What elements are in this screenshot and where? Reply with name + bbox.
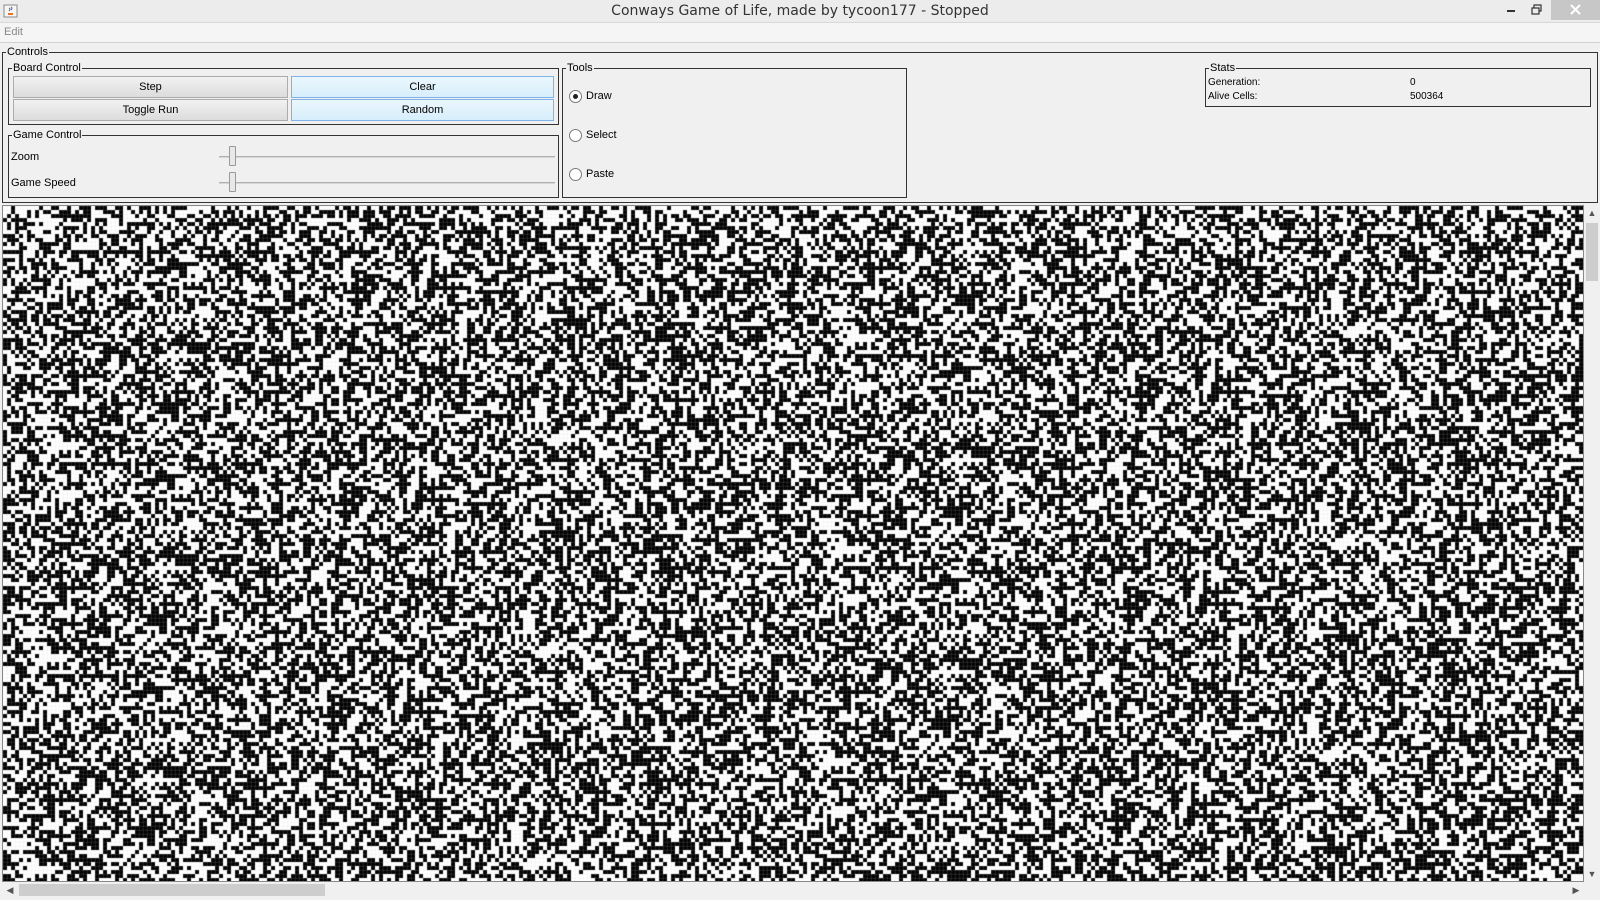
board-control-panel: Board Control Step Clear Toggle Run Rand… — [8, 62, 559, 125]
menu-edit[interactable]: Edit — [4, 26, 23, 38]
draw-radio-label[interactable]: Draw — [586, 90, 612, 102]
alive-cells-label: Alive Cells: — [1208, 91, 1258, 102]
restore-button[interactable] — [1523, 0, 1551, 20]
vertical-scroll-thumb[interactable] — [1586, 223, 1598, 281]
paste-radio-label[interactable]: Paste — [586, 168, 614, 180]
minimize-icon — [1507, 10, 1515, 12]
stats-label: Stats — [1209, 62, 1237, 74]
game-control-panel: Game Control Zoom Game Speed — [8, 129, 559, 198]
board-control-label: Board Control — [12, 62, 82, 74]
game-control-label: Game Control — [12, 129, 83, 141]
menu-bar: Edit — [0, 23, 1600, 43]
restore-icon — [1531, 4, 1542, 15]
zoom-label: Zoom — [11, 151, 40, 163]
controls-label: Controls — [6, 46, 49, 58]
random-button[interactable]: Random — [291, 99, 554, 121]
draw-radio[interactable] — [569, 90, 582, 103]
horizontal-scroll-thumb[interactable] — [19, 884, 325, 896]
generation-label: Generation: — [1208, 77, 1261, 88]
close-icon — [1570, 4, 1581, 15]
stats-panel: Stats Generation: 0 Alive Cells: 500364 — [1205, 62, 1591, 107]
step-button[interactable]: Step — [13, 76, 288, 98]
cell-grid[interactable] — [3, 206, 1583, 881]
minimize-button[interactable] — [1497, 0, 1525, 20]
game-speed-slider-track[interactable] — [219, 182, 555, 184]
generation-value: 0 — [1410, 77, 1416, 88]
title-bar: Conways Game of Life, made by tycoon177 … — [0, 0, 1600, 23]
game-speed-label: Game Speed — [11, 177, 76, 189]
window-title: Conways Game of Life, made by tycoon177 … — [611, 3, 989, 19]
horizontal-scrollbar[interactable]: ◀ ▶ — [2, 882, 1584, 898]
tools-label: Tools — [566, 62, 594, 74]
scrollbar-corner — [1584, 882, 1600, 900]
close-button[interactable] — [1551, 0, 1600, 20]
select-radio[interactable] — [569, 129, 582, 142]
tools-panel: Tools Draw Select Paste — [562, 62, 907, 198]
zoom-slider-thumb[interactable] — [229, 146, 237, 166]
scroll-left-icon[interactable]: ◀ — [2, 882, 18, 898]
scroll-down-icon[interactable]: ▼ — [1584, 866, 1600, 882]
scroll-up-icon[interactable]: ▲ — [1584, 205, 1600, 221]
select-radio-label[interactable]: Select — [586, 129, 617, 141]
scroll-right-icon[interactable]: ▶ — [1568, 882, 1584, 898]
zoom-slider-track[interactable] — [219, 156, 555, 158]
alive-cells-row: Alive Cells: 500364 — [1206, 91, 1590, 105]
game-speed-slider-thumb[interactable] — [229, 172, 237, 192]
alive-cells-value: 500364 — [1410, 91, 1444, 102]
paste-radio[interactable] — [569, 168, 582, 181]
generation-row: Generation: 0 — [1206, 77, 1590, 91]
toggle-run-button[interactable]: Toggle Run — [13, 99, 288, 121]
clear-button[interactable]: Clear — [291, 76, 554, 98]
game-board[interactable] — [2, 205, 1584, 882]
vertical-scrollbar[interactable]: ▲ ▼ — [1584, 205, 1600, 882]
